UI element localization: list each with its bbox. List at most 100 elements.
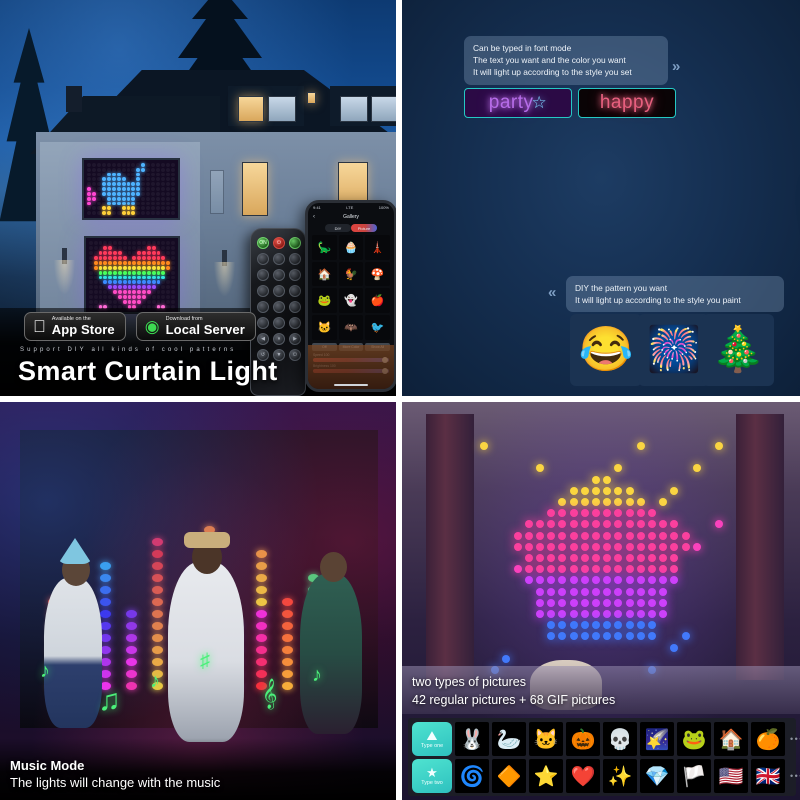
remote-button[interactable] xyxy=(257,269,269,281)
remote-button[interactable]: ⏻ xyxy=(289,349,301,361)
mode-toggle[interactable]: DIY Picture xyxy=(308,224,394,232)
remote-button[interactable] xyxy=(257,317,269,329)
remote-button[interactable]: ◀ xyxy=(257,333,269,345)
led-pixel xyxy=(112,187,116,191)
remote-button[interactable] xyxy=(289,285,301,297)
toggle-picture[interactable]: Picture xyxy=(351,224,377,232)
gallery-pattern-cell[interactable]: 🐸 xyxy=(312,288,337,313)
slider-track[interactable] xyxy=(313,369,389,373)
pattern-thumbnail[interactable]: 🎃 xyxy=(566,722,600,756)
phone-action-button[interactable]: Show All xyxy=(365,343,390,351)
pattern-thumbnail[interactable]: 🇬🇧 xyxy=(751,759,785,793)
remote-button[interactable] xyxy=(289,253,301,265)
remote-button[interactable] xyxy=(273,285,285,297)
led-pixel xyxy=(603,532,611,540)
pattern-thumbnail[interactable]: ❤️ xyxy=(566,759,600,793)
pattern-thumbnail[interactable]: 🌀 xyxy=(455,759,489,793)
pattern-type-strips[interactable]: ⛰Type one🐰🦢🐱🎃💀🌠🐸🏠🍊•••••★Type two🌀🔶⭐❤️✨💎🏳… xyxy=(408,718,796,796)
pattern-thumbnail[interactable]: 🔶 xyxy=(492,759,526,793)
pattern-thumbnail[interactable]: 💀 xyxy=(603,722,637,756)
led-pixel xyxy=(107,197,111,201)
app-store-badge[interactable]:  Available on the App Store xyxy=(24,312,126,341)
led-pixel xyxy=(122,187,126,191)
pattern-thumbnail[interactable]: 🍊 xyxy=(751,722,785,756)
gallery-pattern-cell[interactable]: 👻 xyxy=(339,288,364,313)
pattern-thumbnail[interactable]: 💎 xyxy=(640,759,674,793)
type-tag-button[interactable]: ⛰ Type one xyxy=(412,722,452,756)
pattern-thumbnail[interactable]: 🇺🇸 xyxy=(714,759,748,793)
remote-button[interactable] xyxy=(289,317,301,329)
remote-button[interactable] xyxy=(289,269,301,281)
led-pixel xyxy=(171,290,175,294)
led-pixel xyxy=(536,599,544,607)
led-pixel xyxy=(626,532,634,540)
led-pixel xyxy=(603,621,611,629)
led-pixel xyxy=(123,246,127,250)
phone-action-button[interactable]: Off xyxy=(312,343,337,351)
led-pixel xyxy=(581,599,589,607)
phone-sliders[interactable]: Speed 100 Brightness 100 xyxy=(308,352,394,374)
back-icon[interactable]: ‹ xyxy=(313,214,315,220)
led-pixel xyxy=(103,246,107,250)
gallery-pattern-cell[interactable]: 🐦 xyxy=(365,315,390,340)
pattern-gallery-grid[interactable]: 🦕 🧁 🗼 🏠 🐓 🍄 🐸 👻 🍎 🐱 🦇 🐦 xyxy=(308,235,394,340)
gallery-pattern-cell[interactable]: 🏠 xyxy=(312,262,337,287)
remote-button[interactable] xyxy=(257,285,269,297)
slider-knob[interactable] xyxy=(382,368,388,374)
remote-button[interactable]: ⏸ xyxy=(273,333,285,345)
led-pixel xyxy=(171,168,175,172)
led-pixel xyxy=(614,464,622,472)
pattern-thumbnail[interactable]: 🌠 xyxy=(640,722,674,756)
phone-action-button[interactable]: More Color xyxy=(339,343,364,351)
toggle-diy[interactable]: DIY xyxy=(325,224,351,232)
gallery-pattern-cell[interactable]: 🦕 xyxy=(312,235,337,260)
remote-button[interactable] xyxy=(289,237,301,249)
pattern-thumbnail[interactable]: 🏳️ xyxy=(677,759,711,793)
pattern-thumbnail[interactable]: 🐸 xyxy=(677,722,711,756)
slider-knob[interactable] xyxy=(382,357,388,363)
remote-button[interactable] xyxy=(273,253,285,265)
gallery-pattern-cell[interactable]: 🧁 xyxy=(339,235,364,260)
pattern-thumbnail[interactable]: 🏠 xyxy=(714,722,748,756)
gallery-pattern-cell[interactable]: 🐱 xyxy=(312,315,337,340)
type-tag-button[interactable]: ★ Type two xyxy=(412,759,452,793)
remote-button[interactable] xyxy=(273,317,285,329)
gallery-pattern-cell[interactable]: 🍎 xyxy=(365,288,390,313)
slider-row[interactable]: Brightness 100 xyxy=(308,363,394,374)
led-pixel xyxy=(514,543,522,551)
pattern-thumbnail[interactable]: 🦢 xyxy=(492,722,526,756)
gallery-pattern-cell[interactable]: 🗼 xyxy=(365,235,390,260)
gallery-pattern-cell[interactable]: 🍄 xyxy=(365,262,390,287)
remote-button[interactable] xyxy=(257,301,269,313)
led-pixel xyxy=(152,246,156,250)
pattern-thumbnail[interactable]: ⭐ xyxy=(529,759,563,793)
gallery-pattern-cell[interactable]: 🐓 xyxy=(339,262,364,287)
gallery-pattern-cell[interactable]: 🦇 xyxy=(339,315,364,340)
led-pixel xyxy=(132,290,136,294)
led-pixel xyxy=(122,202,126,206)
remote-button[interactable]: ON xyxy=(257,237,269,249)
led-pixel xyxy=(118,276,122,280)
led-pixel xyxy=(161,266,165,270)
phone-action-buttons[interactable]: Off More Color Show All xyxy=(308,340,394,352)
slider-track[interactable] xyxy=(313,358,389,362)
led-pixel xyxy=(131,187,135,191)
remote-button[interactable] xyxy=(289,301,301,313)
store-badges[interactable]:  Available on the App Store ◉ Download … xyxy=(24,312,256,341)
remote-power-button[interactable]: ⏻ xyxy=(273,237,285,249)
led-pixel xyxy=(147,285,151,289)
remote-button[interactable]: ▶ xyxy=(289,333,301,345)
led-pixel xyxy=(693,543,701,551)
remote-button[interactable] xyxy=(273,269,285,281)
pattern-thumbnail[interactable]: 🐰 xyxy=(455,722,489,756)
remote-button[interactable] xyxy=(257,253,269,265)
pattern-thumbnail[interactable]: ✨ xyxy=(603,759,637,793)
slider-row[interactable]: Speed 100 xyxy=(308,352,394,363)
local-server-badge[interactable]: ◉ Download from Local Server xyxy=(136,312,256,341)
laughing-emoji-icon: 😂 xyxy=(579,328,634,372)
led-pixel xyxy=(614,621,622,629)
phone-gallery-app[interactable]: 9:41 LTE 100% ‹ Gallery DIY Picture 🦕 🧁 🗼 🏠… xyxy=(305,200,396,392)
remote-button[interactable] xyxy=(273,301,285,313)
led-pixel xyxy=(118,256,122,260)
pattern-thumbnail[interactable]: 🐱 xyxy=(529,722,563,756)
